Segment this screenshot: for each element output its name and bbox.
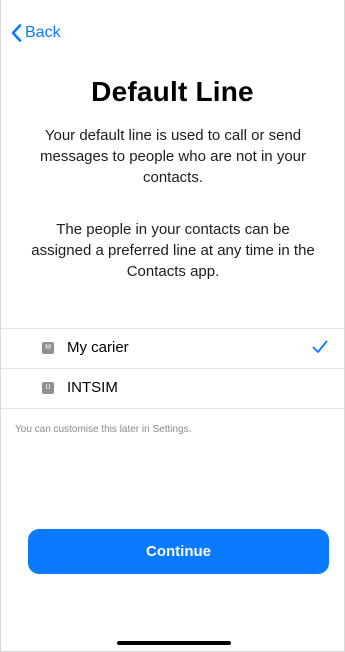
default-line-screen: Back Default Line Your default line is u… [0,0,345,652]
page-title: Default Line [91,76,254,107]
contacts-preferred-line-description: The people in your contacts can be assig… [31,221,315,280]
default-line-description: Your default line is used to call or sen… [40,127,306,186]
line-option-label: My carier [67,339,129,356]
chevron-left-icon [11,24,22,42]
line-option-intsim[interactable]: U INTSIM [1,368,344,408]
line-option-label: INTSIM [67,379,118,396]
home-indicator[interactable] [117,641,231,645]
line-option-my-carier[interactable]: M My carier [1,329,344,368]
checkmark-icon [312,340,328,353]
settings-footnote: You can customise this later in Settings… [15,424,192,435]
sim-badge-icon: U [42,382,54,394]
line-list: M My carier U INTSIM [1,328,344,409]
back-button[interactable]: Back [11,21,61,45]
continue-button[interactable]: Continue [28,529,329,574]
sim-badge-icon: M [42,342,54,354]
back-label: Back [25,24,61,41]
